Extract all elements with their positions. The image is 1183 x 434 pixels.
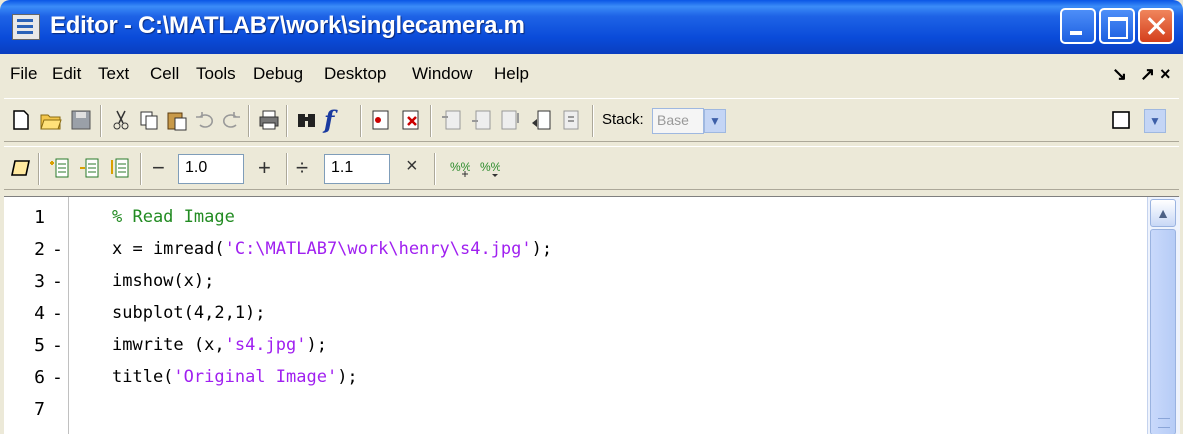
- window-title: Editor - C:\MATLAB7\work\singlecamera.m: [50, 12, 525, 39]
- step-icon[interactable]: [440, 109, 462, 131]
- multiply-value-field[interactable]: 1.1: [324, 154, 390, 184]
- maximize-button[interactable]: [1099, 8, 1135, 44]
- copy-icon[interactable]: [138, 109, 160, 131]
- menu-desktop[interactable]: Desktop: [324, 64, 386, 84]
- code-string: 'Original Image': [173, 367, 338, 387]
- cell-toolbar: − 1.0 + ÷ 1.1 × %% %%: [4, 146, 1179, 190]
- code-line[interactable]: imshow(x);: [112, 271, 214, 303]
- code-string: 's4.jpg': [224, 335, 307, 355]
- multiply-button[interactable]: ×: [406, 155, 418, 178]
- menu-cell[interactable]: Cell: [150, 64, 179, 84]
- dock-icon[interactable]: ↘: [1112, 64, 1127, 85]
- menu-window[interactable]: Window: [412, 64, 472, 84]
- clear-breakpoints-icon[interactable]: [400, 109, 422, 131]
- window-layout-icon[interactable]: [1110, 109, 1132, 131]
- title-bar[interactable]: Editor - C:\MATLAB7\work\singlecamera.m: [0, 0, 1183, 54]
- editor-window: Editor - C:\MATLAB7\work\singlecamera.m …: [0, 0, 1183, 434]
- vertical-scrollbar[interactable]: ▲: [1147, 197, 1180, 434]
- code-string: 'C:\MATLAB7\work\henry\s4.jpg': [224, 239, 532, 259]
- code-line[interactable]: title('Original Image');: [112, 367, 358, 399]
- new-file-icon[interactable]: [10, 109, 32, 131]
- menu-edit[interactable]: Edit: [52, 64, 81, 84]
- scroll-up-button[interactable]: ▲: [1150, 199, 1176, 227]
- step-in-icon[interactable]: [470, 109, 492, 131]
- print-icon[interactable]: [258, 109, 280, 131]
- divide-button[interactable]: ÷: [296, 155, 308, 181]
- decrement-button[interactable]: −: [152, 155, 165, 181]
- increment-button[interactable]: +: [258, 155, 271, 181]
- code-text: );: [531, 239, 553, 259]
- close-document-icon[interactable]: ×: [1160, 64, 1171, 85]
- code-text: subplot(4,2,1);: [112, 303, 266, 323]
- menu-debug[interactable]: Debug: [253, 64, 303, 84]
- menu-tools[interactable]: Tools: [196, 64, 236, 84]
- redo-icon[interactable]: [220, 109, 242, 131]
- close-button[interactable]: [1138, 8, 1174, 44]
- code-line[interactable]: subplot(4,2,1);: [112, 303, 266, 335]
- stack-dropdown-icon[interactable]: ▼: [704, 109, 726, 133]
- svg-text:%%: %%: [480, 160, 500, 174]
- main-toolbar: f Stack: Base ▼ ▼: [4, 98, 1179, 142]
- evaluate-file-icon[interactable]: [108, 157, 130, 179]
- increment-value-field[interactable]: 1.0: [178, 154, 244, 184]
- menu-file[interactable]: File: [10, 64, 37, 84]
- layout-dropdown-icon[interactable]: ▼: [1144, 109, 1166, 133]
- evaluate-cell-icon[interactable]: [48, 157, 70, 179]
- function-icon[interactable]: f: [324, 105, 334, 134]
- code-editor[interactable]: 12-3-4-5-6-7 % Read Image x = imread('C:\…: [4, 196, 1180, 434]
- paste-icon[interactable]: [166, 109, 188, 131]
- scroll-thumb[interactable]: [1150, 229, 1176, 434]
- editor-app-icon: [12, 14, 40, 40]
- step-out-icon[interactable]: [500, 109, 522, 131]
- svg-text:%%: %%: [450, 160, 470, 174]
- menu-text[interactable]: Text: [98, 64, 129, 84]
- set-breakpoint-icon[interactable]: [370, 109, 392, 131]
- code-text: x = imread(: [112, 239, 225, 259]
- stack-select[interactable]: Base: [652, 108, 704, 134]
- menu-bar: File Edit Text Cell Tools Debug Desktop …: [4, 56, 1179, 96]
- evaluate-advance-icon[interactable]: [78, 157, 100, 179]
- code-text: imwrite (x,: [112, 335, 225, 355]
- cell-mode-icon[interactable]: [10, 157, 32, 179]
- code-text: imshow(x);: [112, 271, 215, 291]
- find-icon[interactable]: [296, 109, 318, 131]
- cell-titles-menu-icon[interactable]: %%: [478, 157, 500, 179]
- show-cell-titles-icon[interactable]: %%: [448, 157, 470, 179]
- save-icon[interactable]: [70, 109, 92, 131]
- continue-icon[interactable]: [530, 109, 552, 131]
- stack-label: Stack:: [602, 111, 644, 128]
- code-text: );: [337, 367, 358, 387]
- undo-icon[interactable]: [194, 109, 216, 131]
- minimize-button[interactable]: [1060, 8, 1096, 44]
- code-text: );: [306, 335, 327, 355]
- code-line[interactable]: imwrite (x,'s4.jpg');: [112, 335, 327, 367]
- code-comment: % Read Image: [112, 207, 235, 227]
- code-line[interactable]: x = imread('C:\MATLAB7\work\henry\s4.jpg…: [112, 239, 552, 271]
- code-line[interactable]: % Read Image: [112, 207, 235, 239]
- open-folder-icon[interactable]: [40, 109, 62, 131]
- menu-help[interactable]: Help: [494, 64, 529, 84]
- cut-icon[interactable]: [110, 109, 132, 131]
- code-text: title(: [112, 367, 174, 387]
- undock-icon[interactable]: ↗: [1140, 64, 1155, 85]
- code-area[interactable]: % Read Image x = imread('C:\MATLAB7\work\…: [4, 197, 1144, 434]
- exit-debug-icon[interactable]: [560, 109, 582, 131]
